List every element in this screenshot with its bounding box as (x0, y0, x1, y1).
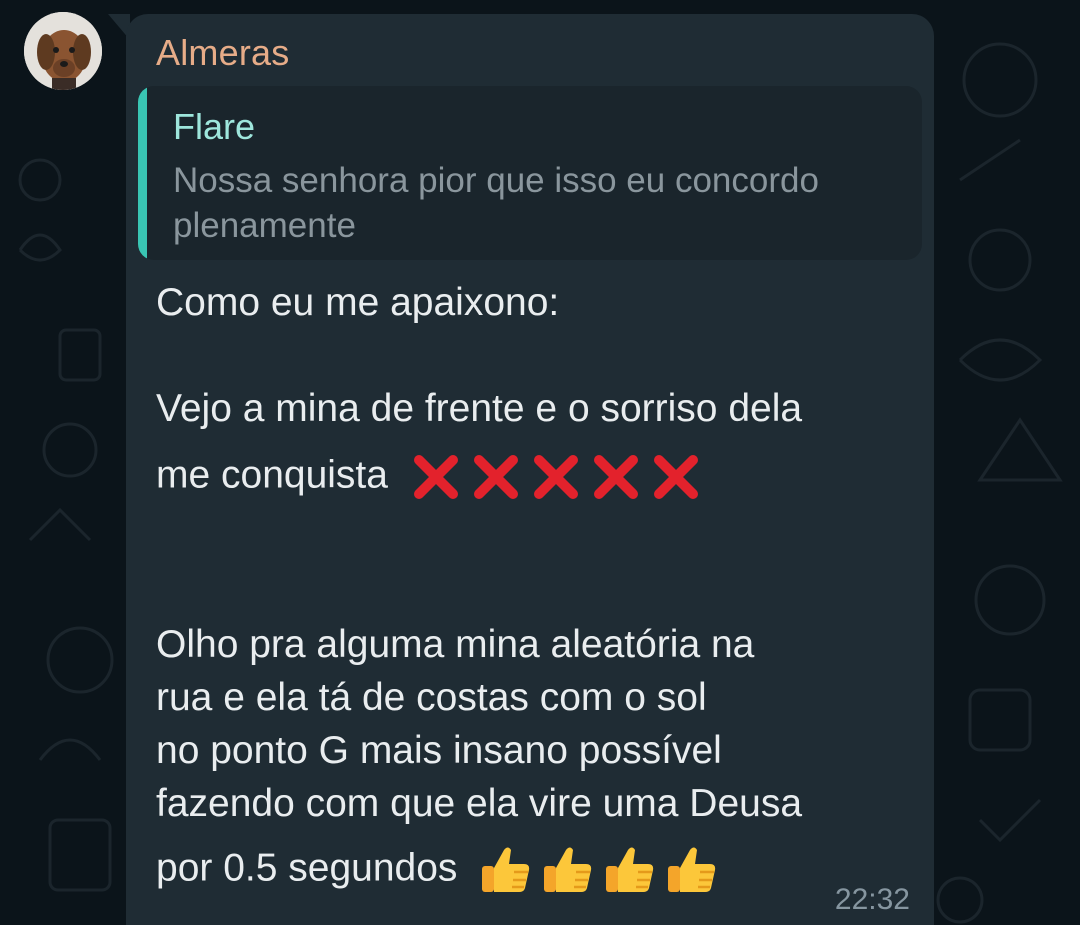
cross-mark-icon (593, 455, 638, 499)
cross-mark-icon (653, 455, 698, 499)
message-line: Como eu me apaixono: (156, 281, 560, 324)
message-line-text: me conquista (156, 453, 388, 497)
dog-avatar-icon (24, 12, 102, 90)
thumbs-up-icon (544, 847, 592, 892)
message-line-text: por 0.5 segundos (156, 846, 458, 890)
sender-name[interactable]: Almeras (156, 32, 289, 74)
thumbs-up-icon (606, 847, 654, 892)
message-timestamp: 22:32 (834, 883, 910, 916)
message-line-with-emoji: me conquista (156, 450, 709, 504)
quoted-message[interactable]: Flare Nossa senhora pior que isso eu con… (138, 86, 922, 260)
sender-avatar[interactable] (24, 12, 102, 90)
thumbs-up-icon (482, 847, 530, 892)
quoted-author: Flare (173, 106, 256, 147)
cross-mark-emoji-group (409, 450, 709, 504)
thumbs-up-emoji-group (478, 842, 726, 898)
message-line-with-emoji: por 0.5 segundos (156, 842, 726, 898)
message-line: fazendo com que ela vire uma Deusa (156, 782, 803, 825)
quoted-text: Nossa senhora pior que isso eu concordo … (173, 161, 819, 245)
message-line: Olho pra alguma mina aleatória na (156, 623, 755, 666)
cross-mark-icon (473, 455, 518, 499)
cross-mark-icon (413, 455, 458, 499)
message-line: no ponto G mais insano possível (156, 729, 722, 772)
cross-mark-icon (533, 455, 578, 499)
thumbs-up-icon (668, 847, 716, 892)
message-line: Vejo a mina de frente e o sorriso dela (156, 387, 803, 430)
message-line: rua e ela tá de costas com o sol (156, 676, 707, 719)
message-bubble[interactable]: Almeras Flare Nossa senhora pior que iss… (126, 14, 934, 925)
quote-accent-bar (138, 86, 147, 260)
